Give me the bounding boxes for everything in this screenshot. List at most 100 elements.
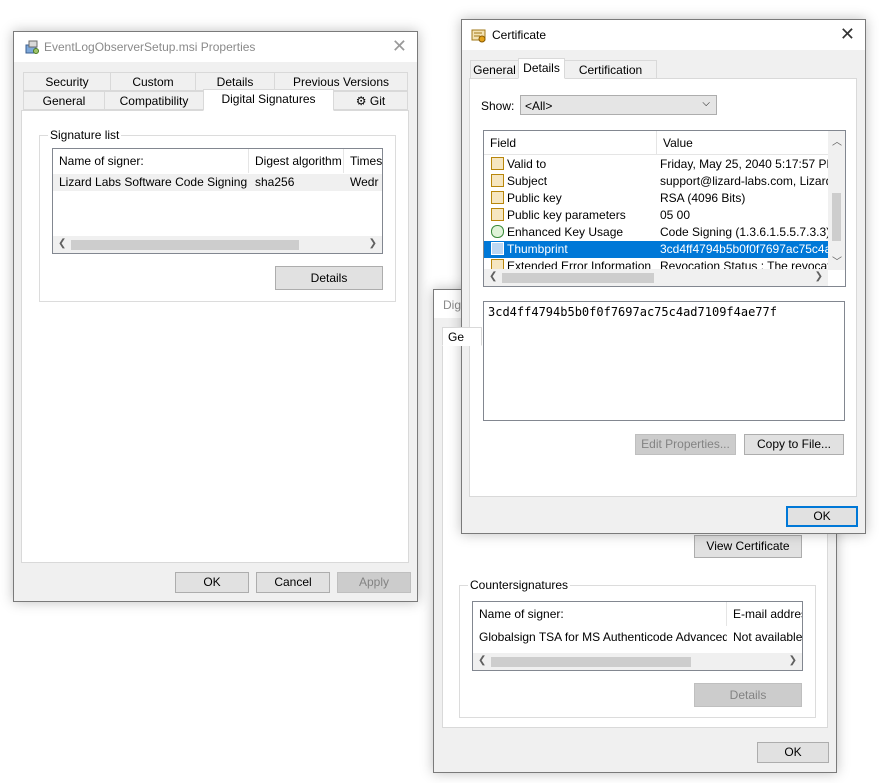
field-name: Thumbprint xyxy=(507,242,568,256)
countersignature-details-button[interactable]: Details xyxy=(694,683,802,707)
table-row[interactable]: Lizard Labs Software Code Signing Cert s… xyxy=(53,174,382,191)
certificate-field-icon xyxy=(491,174,504,187)
certificate-details-panel: Show: <All> ⌵ Field Value Valid to Frida… xyxy=(469,78,857,497)
cancel-button[interactable]: Cancel xyxy=(256,572,330,593)
gear-icon: ⚙ xyxy=(355,94,367,108)
close-icon[interactable]: ✕ xyxy=(840,25,855,43)
properties-title: EventLogObserverSetup.msi Properties xyxy=(44,40,256,54)
tab-compatibility[interactable]: Compatibility xyxy=(104,91,204,110)
tab-security[interactable]: Security xyxy=(23,72,111,91)
signer-name-cell: Lizard Labs Software Code Signing Cert xyxy=(59,175,249,189)
field-name: Public key parameters xyxy=(507,208,626,222)
field-detail-textbox[interactable]: 3cd4ff4794b5b0f0f7697ac75c4ad7109f4ae77f xyxy=(483,301,845,421)
scroll-down-icon[interactable]: ﹀ xyxy=(832,253,842,268)
tab-git[interactable]: ⚙ Git xyxy=(333,91,408,110)
digest-cell: sha256 xyxy=(255,175,295,189)
vertical-scrollbar[interactable]: ︿ ﹀ xyxy=(828,131,845,270)
column-name-of-signer[interactable]: Name of signer: xyxy=(53,149,249,173)
edit-properties-button[interactable]: Edit Properties... xyxy=(635,434,736,455)
horizontal-scrollbar[interactable]: ❮ ❯ xyxy=(473,653,802,670)
scroll-left-icon[interactable]: ❮ xyxy=(489,271,497,282)
scroll-left-icon[interactable]: ❮ xyxy=(58,238,66,249)
field-row-enhanced-key-usage[interactable]: Enhanced Key Usage Code Signing (1.3.6.1… xyxy=(484,224,829,241)
certificate-field-icon xyxy=(491,157,504,170)
field-value: Code Signing (1.3.6.1.5.5.7.3.3) xyxy=(660,225,828,239)
field-name: Subject xyxy=(507,174,548,188)
field-row-thumbprint[interactable]: Thumbprint 3cd4ff4794b5b0f0f7697ac75c4ad… xyxy=(484,241,829,258)
close-icon[interactable]: ✕ xyxy=(392,37,407,55)
chevron-down-icon: ⌵ xyxy=(702,98,710,109)
column-field[interactable]: Field xyxy=(484,131,657,155)
properties-titlebar[interactable]: EventLogObserverSetup.msi Properties ✕ xyxy=(14,32,417,62)
column-digest-algorithm[interactable]: Digest algorithm xyxy=(249,149,344,173)
show-dropdown-value: <All> xyxy=(525,99,553,113)
scroll-right-icon[interactable]: ❯ xyxy=(789,655,797,666)
field-row-public-key[interactable]: Public key RSA (4096 Bits) xyxy=(484,190,829,207)
countersigner-email-cell: Not available xyxy=(733,630,803,644)
certificate-field-icon xyxy=(491,242,504,255)
field-value: 3cd4ff4794b5b0f0f7697ac75c4ad7 xyxy=(660,242,828,256)
tab-custom[interactable]: Custom xyxy=(110,72,196,91)
certificate-titlebar[interactable]: Certificate ✕ xyxy=(462,20,865,50)
copy-to-file-button[interactable]: Copy to File... xyxy=(744,434,844,455)
msi-installer-icon xyxy=(24,39,40,55)
field-row-subject[interactable]: Subject support@lizard-labs.com, Lizard … xyxy=(484,173,829,190)
tab-details[interactable]: Details xyxy=(518,58,565,79)
field-name: Public key xyxy=(507,191,562,205)
show-dropdown[interactable]: <All> ⌵ xyxy=(520,95,717,115)
column-timestamp[interactable]: Times xyxy=(344,149,382,173)
tab-general-fragment[interactable]: Ge xyxy=(442,327,482,346)
field-row-valid-to[interactable]: Valid to Friday, May 25, 2040 5:17:57 PM xyxy=(484,156,829,173)
field-name: Enhanced Key Usage xyxy=(507,225,624,239)
scroll-right-icon[interactable]: ❯ xyxy=(815,271,823,282)
column-value[interactable]: Value xyxy=(657,131,829,155)
certificate-title: Certificate xyxy=(492,28,547,42)
tab-general[interactable]: General xyxy=(23,91,105,110)
countersignature-list[interactable]: Name of signer: E-mail address Globalsig… xyxy=(472,601,803,671)
signature-details-ok-button[interactable]: OK xyxy=(757,742,829,763)
field-value: support@lizard-labs.com, Lizard La xyxy=(660,174,828,188)
countersigner-name-cell: Globalsign TSA for MS Authenticode Advan… xyxy=(479,630,727,644)
show-label: Show: xyxy=(481,99,515,113)
details-button[interactable]: Details xyxy=(275,266,383,290)
scrollbar-thumb[interactable] xyxy=(491,657,691,667)
thumbprint-detail-text: 3cd4ff4794b5b0f0f7697ac75c4ad7109f4ae77f xyxy=(488,305,777,319)
scrollbar-thumb[interactable] xyxy=(502,273,654,283)
apply-button[interactable]: Apply xyxy=(337,572,411,593)
tab-general[interactable]: General xyxy=(470,60,519,79)
scroll-left-icon[interactable]: ❮ xyxy=(478,655,486,666)
certificate-ok-button[interactable]: OK xyxy=(786,506,858,527)
signature-list[interactable]: Name of signer: Digest algorithm Times L… xyxy=(52,148,383,254)
countersignatures-label: Countersignatures xyxy=(468,578,571,592)
key-usage-icon xyxy=(491,225,504,238)
field-value: Friday, May 25, 2040 5:17:57 PM xyxy=(660,157,828,171)
column-email-address[interactable]: E-mail address xyxy=(727,602,802,626)
tab-certification-path[interactable]: Certification Path xyxy=(564,60,657,96)
horizontal-scrollbar[interactable]: ❮ ❯ xyxy=(53,236,382,253)
certificate-field-icon xyxy=(491,191,504,204)
certificate-window: Certificate ✕ General Details Certificat… xyxy=(461,19,866,534)
certificate-icon xyxy=(471,28,487,44)
scrollbar-thumb[interactable] xyxy=(832,193,841,241)
tab-digital-signatures[interactable]: Digital Signatures xyxy=(203,89,334,111)
column-name-of-signer[interactable]: Name of signer: xyxy=(473,602,727,626)
certificate-field-list[interactable]: Field Value Valid to Friday, May 25, 204… xyxy=(483,130,846,287)
horizontal-scrollbar[interactable]: ❮ ❯ xyxy=(484,269,828,286)
certificate-field-icon xyxy=(491,208,504,221)
timestamp-cell: Wedr xyxy=(350,175,379,189)
digital-signatures-panel: Signature list Name of signer: Digest al… xyxy=(21,110,409,563)
view-certificate-button[interactable]: View Certificate xyxy=(694,535,802,558)
signature-details-title: Dig xyxy=(443,298,462,312)
properties-window: EventLogObserverSetup.msi Properties ✕ S… xyxy=(13,31,418,602)
field-value: RSA (4096 Bits) xyxy=(660,191,746,205)
scroll-up-icon[interactable]: ︿ xyxy=(832,133,842,148)
tab-git-label: Git xyxy=(369,94,386,108)
scroll-right-icon[interactable]: ❯ xyxy=(369,238,377,249)
table-row[interactable]: Globalsign TSA for MS Authenticode Advan… xyxy=(473,629,803,646)
field-name: Valid to xyxy=(507,157,547,171)
field-row-public-key-parameters[interactable]: Public key parameters 05 00 xyxy=(484,207,829,224)
scrollbar-thumb[interactable] xyxy=(71,240,299,250)
field-value: 05 00 xyxy=(660,208,691,222)
signature-list-label: Signature list xyxy=(48,128,122,142)
ok-button[interactable]: OK xyxy=(175,572,249,593)
